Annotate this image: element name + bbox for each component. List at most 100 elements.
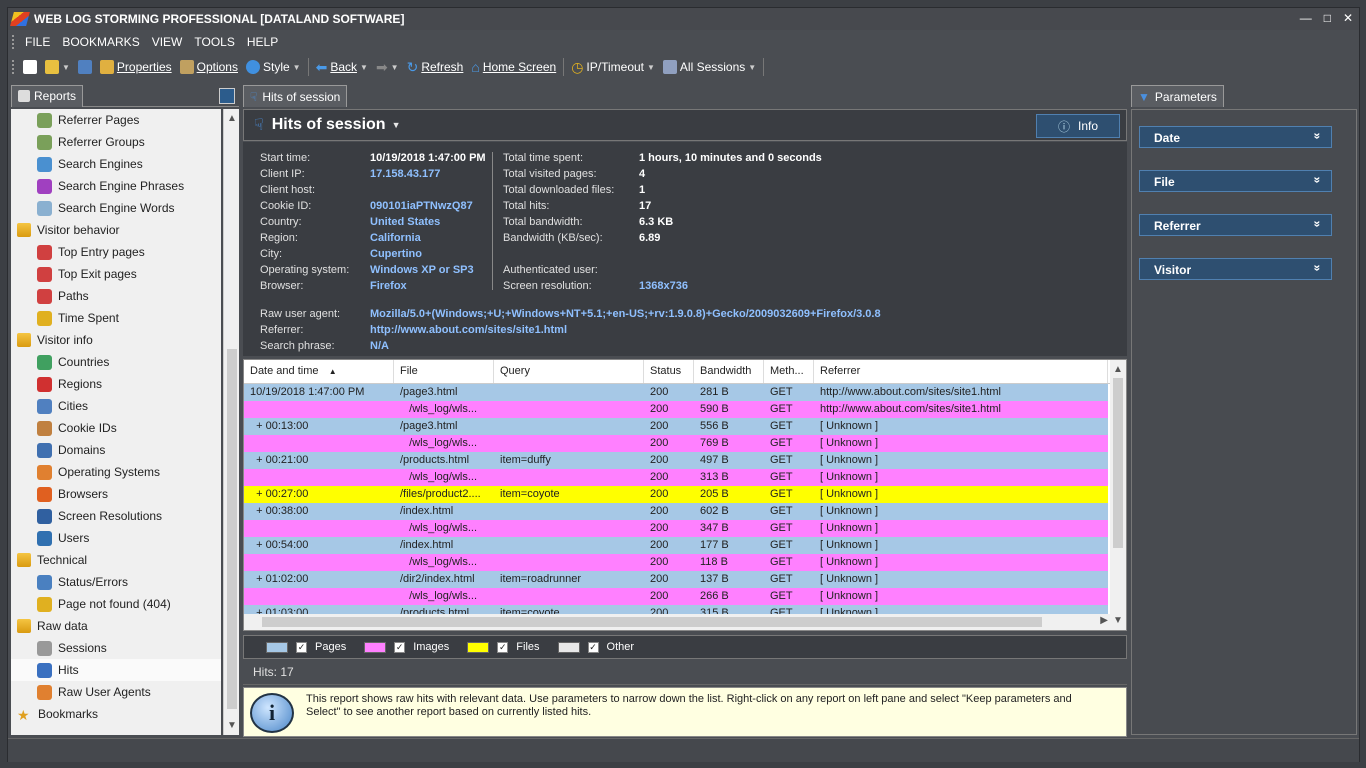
table-row[interactable]: /wls_log/wls... 200 347 B GET [ Unknown ] [244,520,1108,537]
close-button[interactable]: ✕ [1343,11,1353,25]
home-label: Home Screen [482,60,557,74]
menu-tools[interactable]: TOOLS [188,35,240,49]
sidebar-item[interactable]: Visitor behavior [11,219,221,241]
scroll-up-icon[interactable]: ▲ [224,113,240,124]
parameters-tab[interactable]: ▼ Parameters [1131,85,1224,107]
parameter-visitor[interactable]: Visitor » [1139,258,1332,280]
sidebar-item[interactable]: Referrer Pages [11,109,221,131]
forward-button[interactable]: ➡ ▼ [372,59,403,76]
column-header[interactable]: Date and time ▲ [244,360,394,383]
column-header[interactable]: Query [494,360,644,383]
scroll-right-icon[interactable]: ▶ [1100,615,1108,626]
sidebar-item[interactable]: Status/Errors [11,571,221,593]
table-row[interactable]: /wls_log/wls... 200 266 B GET [ Unknown ] [244,588,1108,605]
scroll-down-icon[interactable]: ▼ [1110,615,1126,626]
expand-chevron-icon[interactable]: » [1311,265,1325,272]
table-row[interactable]: + 01:02:00/dir2/index.html item=roadrunne… [244,571,1108,588]
sidebar-item[interactable]: Paths [11,285,221,307]
table-vscroll[interactable]: ▲ ▼ [1110,360,1126,630]
sidebar-item[interactable]: Referrer Groups [11,131,221,153]
table-row[interactable]: + 00:21:00/products.html item=duffy 200 497… [244,452,1108,469]
sidebar-item[interactable]: Top Entry pages [11,241,221,263]
sidebar-item[interactable]: Technical [11,549,221,571]
table-row[interactable]: /wls_log/wls... 200 769 B GET [ Unknown ] [244,435,1108,452]
column-header[interactable]: Bandwidth [694,360,764,383]
sidebar-item[interactable]: Screen Resolutions [11,505,221,527]
legend-checkbox[interactable]: ✓ [296,641,307,653]
reports-tab[interactable]: Reports [11,84,84,107]
parameter-date[interactable]: Date » [1139,126,1332,148]
sidebar-item[interactable]: Users [11,527,221,549]
legend-checkbox[interactable]: ✓ [587,641,599,653]
sidebar-item[interactable]: Search Engine Phrases [11,175,221,197]
sidebar-item[interactable]: Page not found (404) [11,593,221,615]
sidebar-item[interactable]: Regions [11,373,221,395]
sidebar-item[interactable]: ★ Bookmarks [11,703,221,725]
sidebar-item[interactable]: Browsers [11,483,221,505]
expand-chevron-icon[interactable]: » [1311,133,1325,140]
column-header[interactable]: File [394,360,494,383]
menu-file[interactable]: FILE [19,35,56,49]
sidebar-item[interactable]: Cookie IDs [11,417,221,439]
sidebar-item[interactable]: Sessions [11,637,221,659]
parameter-file[interactable]: File » [1139,170,1332,192]
expand-chevron-icon[interactable]: » [1311,177,1325,184]
expand-chevron-icon[interactable]: » [1311,221,1325,228]
hscroll-thumb[interactable] [262,617,1042,627]
sidebar-item[interactable]: Visitor info [11,329,221,351]
column-header[interactable]: Status [644,360,694,383]
chevron-down-icon[interactable]: ▼ [392,120,401,130]
sidebar-item[interactable]: Search Engine Words [11,197,221,219]
table-row[interactable]: + 00:54:00/index.html 200 177 B GET [ Unknow… [244,537,1108,554]
column-header[interactable]: Referrer [814,360,1108,383]
sidebar-item[interactable]: Operating Systems [11,461,221,483]
tab-hits-of-session[interactable]: ☟ Hits of session [243,85,348,107]
home-screen-button[interactable]: ⌂ Home Screen [467,59,560,75]
column-header[interactable]: Meth... [764,360,814,383]
scroll-up-icon[interactable]: ▲ [1110,364,1126,375]
parameter-referrer[interactable]: Referrer » [1139,214,1332,236]
table-row[interactable]: /wls_log/wls... 200 118 B GET [ Unknown ] [244,554,1108,571]
table-row[interactable]: /wls_log/wls... 200 313 B GET [ Unknown ] [244,469,1108,486]
scroll-thumb[interactable] [227,349,237,709]
legend-checkbox[interactable]: ✓ [497,641,509,653]
table-row[interactable]: + 00:38:00/index.html 200 602 B GET [ Unknow… [244,503,1108,520]
sidebar-item[interactable]: Time Spent [11,307,221,329]
back-button[interactable]: ⬅ Back ▼ [312,59,372,76]
all-sessions-button[interactable]: All Sessions ▼ [659,60,760,74]
ip-timeout-button[interactable]: ◷ IP/Timeout ▼ [567,59,659,76]
table-cell [494,537,644,554]
table-hscroll[interactable]: ▶ [244,614,1112,630]
new-button[interactable] [19,60,41,74]
sidebar-item[interactable]: Top Exit pages [11,263,221,285]
sidebar-item[interactable]: Raw data [11,615,221,637]
minimize-button[interactable]: — [1300,11,1312,25]
table-row[interactable]: 10/19/2018 1:47:00 PM/page3.html 200 281 B… [244,384,1108,401]
sidebar-item[interactable]: Hits [11,659,221,681]
menu-bookmarks[interactable]: BOOKMARKS [56,35,145,49]
scroll-thumb[interactable] [1113,378,1123,548]
sidebar-item[interactable]: Search Engines [11,153,221,175]
save-button[interactable] [74,60,96,74]
style-button[interactable]: Style ▼ [242,60,305,74]
sidebar-item[interactable]: Cities [11,395,221,417]
menu-help[interactable]: HELP [241,35,284,49]
sidebar-item[interactable]: Domains [11,439,221,461]
scroll-down-icon[interactable]: ▼ [224,720,240,731]
info-button[interactable]: ⓘ Info [1036,114,1120,138]
legend-checkbox[interactable]: ✓ [394,641,406,653]
menu-view[interactable]: VIEW [146,35,189,49]
properties-button[interactable]: Properties [96,60,176,74]
sidebar-item[interactable]: Countries [11,351,221,373]
collapse-panel-button[interactable] [219,88,235,104]
open-button[interactable]: ▼ [41,60,74,74]
refresh-button[interactable]: ↻ Refresh [403,59,468,76]
options-button[interactable]: Options [176,60,242,74]
sidebar-item[interactable]: Raw User Agents [11,681,221,703]
table-row[interactable]: /wls_log/wls... 200 590 B GET http://www.abo… [244,401,1108,418]
table-row[interactable]: + 00:27:00/files/product2.... item=coyote… [244,486,1108,503]
table-row[interactable]: + 00:13:00/page3.html 200 556 B GET [ Unknow… [244,418,1108,435]
maximize-button[interactable]: □ [1324,11,1331,25]
reports-scrollbar[interactable]: ▲ ▼ [223,109,239,735]
sidebar-item-label: Screen Resolutions [58,509,163,523]
